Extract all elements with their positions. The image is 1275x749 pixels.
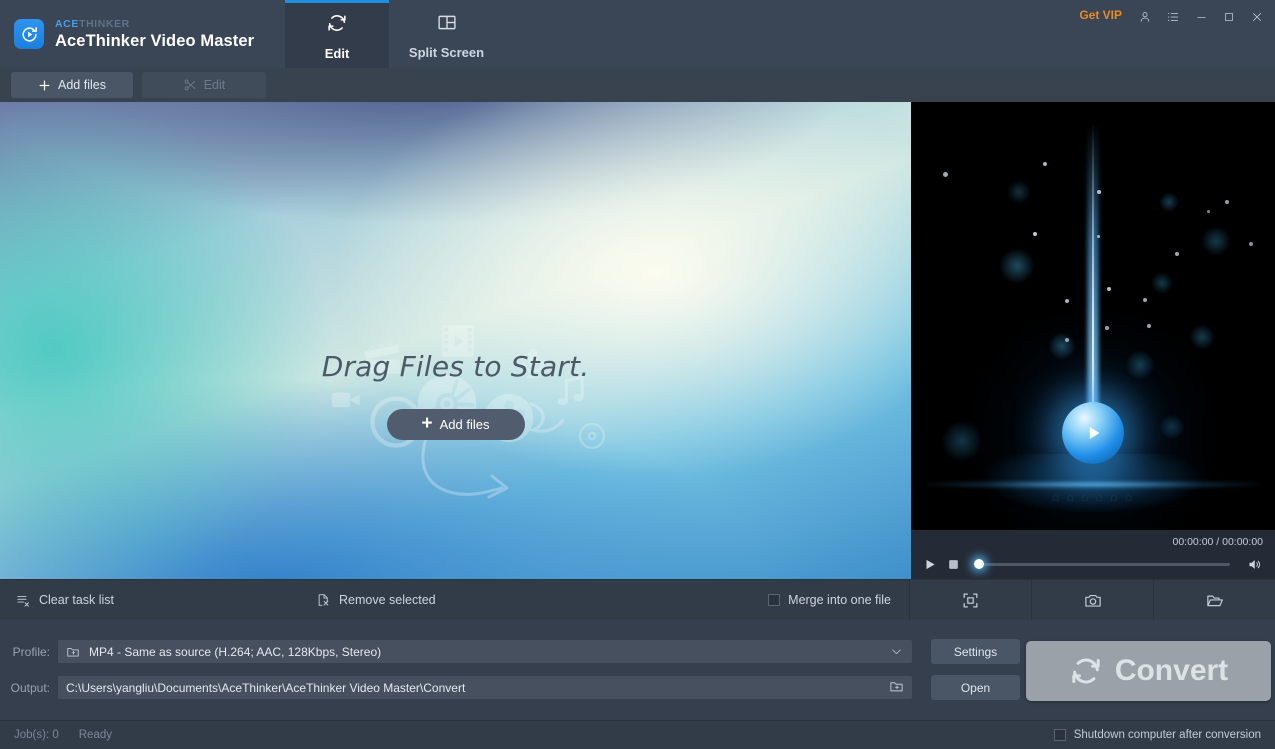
video-preview[interactable]: ⌂ ⌂ ⌂ ⌂ ⌂ ⌂ <box>911 102 1275 579</box>
drop-zone-add-files-button[interactable]: + Add files <box>387 409 525 440</box>
plus-icon <box>38 79 51 92</box>
remove-selected-button[interactable]: Remove selected <box>114 580 436 620</box>
merge-into-one-file-checkbox[interactable]: Merge into one file <box>768 580 909 620</box>
user-icon[interactable] <box>1131 4 1159 30</box>
chevron-down-icon[interactable] <box>889 644 904 659</box>
clear-task-list-button[interactable]: Clear task list <box>0 580 114 620</box>
stop-button[interactable] <box>947 558 960 571</box>
output-label: Output: <box>0 681 50 695</box>
floor-reflection <box>926 480 1261 489</box>
play-button[interactable] <box>923 557 937 572</box>
brand-suffix: THINKER <box>79 18 130 30</box>
profile-label: Profile: <box>0 645 50 659</box>
output-value: C:\Users\yangliu\Documents\AceThinker\Ac… <box>66 681 889 695</box>
preview-watermark: ⌂ ⌂ ⌂ ⌂ ⌂ ⌂ <box>911 490 1275 504</box>
light-beam-core <box>1092 122 1094 427</box>
remove-selected-label: Remove selected <box>339 593 436 607</box>
edit-button-label: Edit <box>204 78 226 92</box>
convert-refresh-icon <box>1069 654 1103 688</box>
task-toolbar: Clear task list Remove selected Merge in… <box>0 579 1275 620</box>
tab-split-screen-label: Split Screen <box>409 45 484 60</box>
tab-bar: Edit Split Screen <box>285 0 504 68</box>
app-title: AceThinker Video Master <box>55 33 254 50</box>
convert-refresh-icon <box>326 12 348 39</box>
crop-icon <box>961 591 980 610</box>
crop-button[interactable] <box>910 580 1031 621</box>
seek-slider[interactable] <box>976 563 1230 566</box>
app-logo-icon <box>14 19 44 49</box>
task-list-icon[interactable] <box>1159 4 1187 30</box>
open-folder-icon <box>1204 591 1226 610</box>
scissors-icon <box>183 78 197 92</box>
window-controls: Get VIP <box>1079 0 1275 30</box>
shutdown-checkbox-box[interactable] <box>1054 729 1066 741</box>
shutdown-after-conversion-checkbox[interactable]: Shutdown computer after conversion <box>1054 729 1275 741</box>
settings-button[interactable]: Settings <box>931 639 1020 664</box>
status-text: Ready <box>59 729 112 741</box>
browse-output-folder-icon[interactable] <box>889 679 904 697</box>
convert-button[interactable]: Convert <box>1026 641 1271 701</box>
open-output-folder-button[interactable] <box>1154 580 1275 621</box>
profile-value: MP4 - Same as source (H.264; AAC, 128Kbp… <box>89 645 381 659</box>
app-window: ACETHINKER AceThinker Video Master Edit <box>0 0 1275 749</box>
job-count: Job(s): 0 <box>0 729 59 741</box>
add-files-button[interactable]: Add files <box>11 72 133 98</box>
clear-list-icon <box>16 593 31 608</box>
drop-zone[interactable]: Drag Files to Start. + Add files <box>0 102 911 579</box>
player-controls: 00:00:00 / 00:00:00 <box>911 530 1275 579</box>
convert-button-label: Convert <box>1115 654 1228 688</box>
output-path-field[interactable]: C:\Users\yangliu\Documents\AceThinker\Ac… <box>58 676 912 699</box>
title-bar: ACETHINKER AceThinker Video Master Edit <box>0 0 1275 68</box>
merge-into-one-file-label: Merge into one file <box>788 593 891 607</box>
profile-select[interactable]: MP4 - Same as source (H.264; AAC, 128Kbp… <box>58 640 912 663</box>
brand: ACETHINKER AceThinker Video Master <box>0 0 285 68</box>
drop-zone-center: Drag Files to Start. + Add files <box>0 350 911 440</box>
seek-handle[interactable] <box>974 559 984 569</box>
tab-split-screen[interactable]: Split Screen <box>389 0 504 68</box>
camera-icon <box>1082 591 1104 610</box>
preview-artwork: ⌂ ⌂ ⌂ ⌂ ⌂ ⌂ <box>911 102 1275 579</box>
drop-zone-add-files-label: Add files <box>440 417 490 432</box>
remove-file-icon <box>316 592 331 608</box>
tab-edit-label: Edit <box>325 46 350 61</box>
action-bar: Add files Edit <box>0 68 1275 102</box>
player-time-display: 00:00:00 / 00:00:00 <box>1173 536 1264 548</box>
tab-edit[interactable]: Edit <box>285 0 389 68</box>
brand-tagline: ACETHINKER <box>55 19 254 30</box>
brand-prefix: ACE <box>55 18 79 30</box>
merge-checkbox-box[interactable] <box>768 594 780 606</box>
drop-zone-title: Drag Files to Start. <box>322 350 590 383</box>
close-icon[interactable] <box>1243 4 1271 30</box>
plus-icon: + <box>422 414 433 433</box>
get-vip-button[interactable]: Get VIP <box>1079 4 1131 21</box>
maximize-icon[interactable] <box>1215 4 1243 30</box>
edit-button[interactable]: Edit <box>142 72 266 98</box>
snapshot-button[interactable] <box>1032 580 1153 621</box>
volume-button[interactable] <box>1246 557 1263 572</box>
play-orb-icon <box>1062 402 1124 464</box>
shutdown-label: Shutdown computer after conversion <box>1074 729 1261 741</box>
profile-folder-icon <box>66 645 80 659</box>
status-bar: Job(s): 0 Ready Shutdown computer after … <box>0 720 1275 749</box>
split-screen-icon <box>436 12 458 38</box>
add-files-label: Add files <box>58 78 106 92</box>
minimize-icon[interactable] <box>1187 4 1215 30</box>
open-button[interactable]: Open <box>931 675 1020 700</box>
media-icon-collage <box>0 102 911 579</box>
clear-task-list-label: Clear task list <box>39 593 114 607</box>
